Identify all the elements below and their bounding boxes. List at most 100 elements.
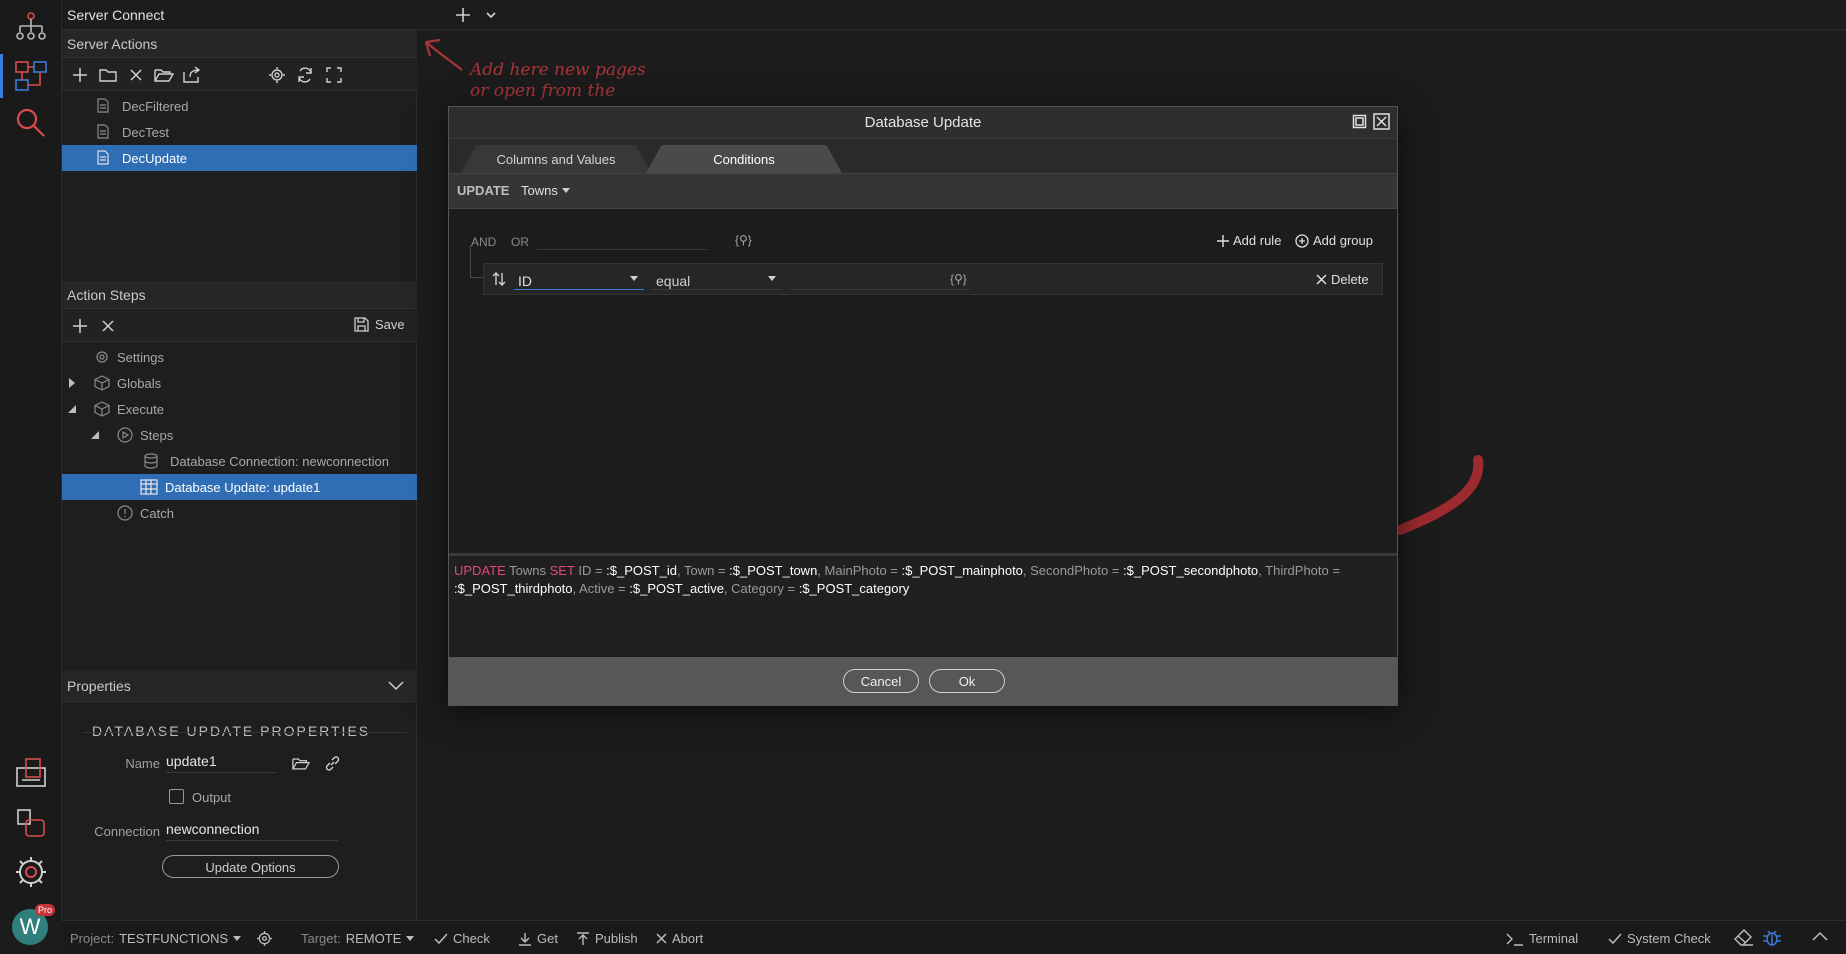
- cancel-button[interactable]: Cancel: [843, 669, 919, 693]
- terminal-icon: [1506, 933, 1523, 946]
- new-folder-icon[interactable]: [98, 65, 118, 85]
- drag-sort-icon[interactable]: [492, 272, 506, 286]
- app-title: Server Connect: [67, 7, 165, 23]
- value-input[interactable]: {⚲}: [790, 268, 970, 290]
- status-bar: Project: TESTFUNCTIONS Target: REMOTE Ch…: [62, 920, 1846, 954]
- expand-arrow-icon: [69, 378, 75, 388]
- annotation-line-2: or open from the: [470, 81, 616, 101]
- refresh-icon[interactable]: [295, 65, 315, 85]
- top-bar: Server Connect: [62, 0, 1846, 30]
- update-options-button[interactable]: Update Options: [162, 855, 339, 878]
- server-connect-icon[interactable]: [10, 55, 52, 97]
- fullscreen-icon[interactable]: [324, 65, 344, 85]
- add-rule-button[interactable]: Add rule: [1217, 233, 1281, 248]
- divider: [82, 732, 407, 733]
- tree-item-settings[interactable]: Settings: [62, 344, 417, 370]
- extensions-icon[interactable]: [10, 802, 52, 844]
- gear-icon[interactable]: [267, 65, 287, 85]
- terminal-button[interactable]: Terminal: [1506, 931, 1578, 946]
- ok-button[interactable]: Ok: [929, 669, 1005, 693]
- share-icon[interactable]: [182, 65, 202, 85]
- list-item[interactable]: DecTest: [62, 119, 417, 145]
- chevron-down-icon: [388, 681, 404, 691]
- output-checkbox[interactable]: [169, 789, 184, 804]
- tree-item-catch[interactable]: Catch: [62, 500, 417, 526]
- bug-icon[interactable]: [1762, 928, 1782, 948]
- operator-select[interactable]: equal: [652, 268, 782, 290]
- left-panel: Server Actions DecFiltered DecTest DecUp…: [62, 30, 417, 920]
- check-button[interactable]: Check: [434, 931, 490, 946]
- publish-button[interactable]: Publish: [576, 931, 638, 946]
- delete-icon[interactable]: [126, 65, 146, 85]
- list-item-selected[interactable]: DecUpdate: [62, 145, 417, 171]
- tree-item-execute[interactable]: Execute: [62, 396, 417, 422]
- chevron-down-icon[interactable]: [484, 8, 498, 22]
- action-steps-toolbar: Save: [62, 310, 417, 342]
- get-button[interactable]: Get: [518, 931, 558, 946]
- left-icon-rail: W Pro: [0, 0, 62, 945]
- chevron-up-icon[interactable]: [1812, 931, 1828, 943]
- alert-icon: [117, 505, 133, 521]
- add-step-icon[interactable]: [70, 316, 90, 336]
- properties-header[interactable]: Properties: [62, 670, 417, 702]
- database-icon: [144, 453, 158, 469]
- dynamic-data-icon[interactable]: {⚲}: [735, 233, 752, 247]
- name-label: Name: [125, 756, 160, 771]
- add-icon[interactable]: [70, 65, 90, 85]
- import-icon[interactable]: [10, 752, 52, 794]
- list-item[interactable]: DecFiltered: [62, 93, 417, 119]
- check-icon: [1608, 933, 1622, 944]
- plus-circle-icon: [1295, 233, 1309, 248]
- eraser-icon[interactable]: [1734, 929, 1754, 947]
- add-page-icon[interactable]: [454, 6, 472, 24]
- update-table-bar: UPDATE Towns: [449, 173, 1397, 209]
- server-actions-toolbar: [62, 59, 417, 91]
- sitemap-icon[interactable]: [10, 6, 52, 48]
- close-icon[interactable]: [1373, 113, 1390, 130]
- link-icon[interactable]: [324, 755, 341, 772]
- open-folder-icon[interactable]: [154, 65, 174, 85]
- name-field[interactable]: update1: [166, 753, 276, 773]
- abort-button[interactable]: Abort: [656, 931, 703, 946]
- annotation-line-1: Add here new pages: [470, 60, 646, 80]
- tree-item-globals[interactable]: Globals: [62, 370, 417, 396]
- search-icon[interactable]: [10, 102, 52, 144]
- caret-down-icon: [768, 276, 776, 281]
- group-input-underline: [537, 249, 707, 250]
- tree-item-db-connection[interactable]: Database Connection: newconnection: [62, 448, 417, 474]
- action-steps-header: Action Steps: [62, 281, 417, 309]
- field-select[interactable]: ID: [514, 268, 644, 290]
- table-select[interactable]: Towns: [521, 183, 570, 198]
- tree-connector: [470, 277, 483, 278]
- connection-field[interactable]: newconnection: [166, 821, 338, 841]
- tab-conditions[interactable]: Conditions: [646, 145, 842, 173]
- tree-item-db-update[interactable]: Database Update: update1: [62, 474, 417, 500]
- gear-icon[interactable]: [10, 851, 52, 893]
- delete-rule-button[interactable]: Delete: [1316, 272, 1369, 287]
- cube-icon: [94, 375, 110, 391]
- open-folder-icon[interactable]: [292, 756, 310, 771]
- dynamic-data-icon[interactable]: {⚲}: [950, 272, 967, 286]
- condition-rule-row: ID equal {⚲} Delete: [483, 263, 1383, 295]
- caret-down-icon: [233, 935, 242, 941]
- and-toggle[interactable]: AND: [471, 235, 496, 249]
- tree-item-steps[interactable]: Steps: [62, 422, 417, 448]
- save-button[interactable]: Save: [354, 317, 405, 332]
- system-check-button[interactable]: System Check: [1608, 931, 1711, 946]
- tab-columns-and-values[interactable]: Columns and Values: [461, 145, 651, 173]
- maximize-icon[interactable]: [1352, 114, 1367, 129]
- annotation-curve: [1395, 455, 1484, 535]
- close-icon: [656, 933, 667, 944]
- remove-step-icon[interactable]: [98, 316, 118, 336]
- project-select[interactable]: Project: TESTFUNCTIONS: [70, 931, 242, 946]
- target-select[interactable]: Target: REMOTE: [301, 931, 415, 946]
- properties-section-title: DATABASE UPDATE PROPERTIES: [92, 723, 371, 739]
- gear-icon[interactable]: [256, 930, 273, 947]
- sql-preview: UPDATE Towns SET ID = :$_POST_id, Town =…: [449, 553, 1397, 655]
- database-update-dialog: Database Update Columns and Values Condi…: [448, 106, 1398, 706]
- gear-icon: [96, 351, 108, 363]
- check-icon: [434, 933, 448, 944]
- or-toggle[interactable]: OR: [511, 235, 529, 249]
- close-icon: [1316, 274, 1327, 285]
- add-group-button[interactable]: Add group: [1295, 233, 1373, 248]
